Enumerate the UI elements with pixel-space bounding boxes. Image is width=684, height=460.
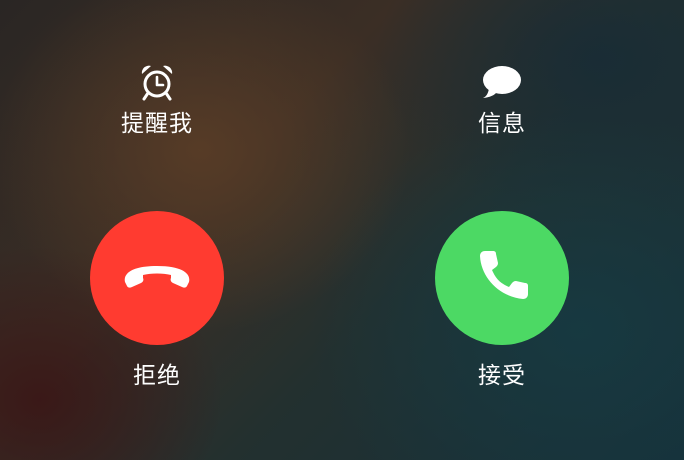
decline-circle[interactable] — [90, 211, 224, 345]
phone-icon — [472, 246, 532, 310]
accept-circle[interactable] — [435, 211, 569, 345]
accept-label: 接受 — [478, 363, 526, 389]
remind-me-label: 提醒我 — [121, 111, 193, 137]
alarm-clock-icon — [135, 62, 179, 102]
accept-call-button[interactable]: 接受 — [412, 211, 592, 391]
decline-call-button[interactable]: 拒绝 — [67, 211, 247, 391]
message-bubble-icon — [480, 62, 524, 102]
message-label: 信息 — [478, 111, 526, 137]
incoming-call-screen: 提醒我 信息 拒绝 接受 — [0, 0, 684, 460]
phone-hangup-icon — [121, 256, 193, 300]
message-button[interactable]: 信息 — [422, 62, 582, 138]
decline-label: 拒绝 — [133, 363, 181, 389]
remind-me-button[interactable]: 提醒我 — [77, 62, 237, 138]
